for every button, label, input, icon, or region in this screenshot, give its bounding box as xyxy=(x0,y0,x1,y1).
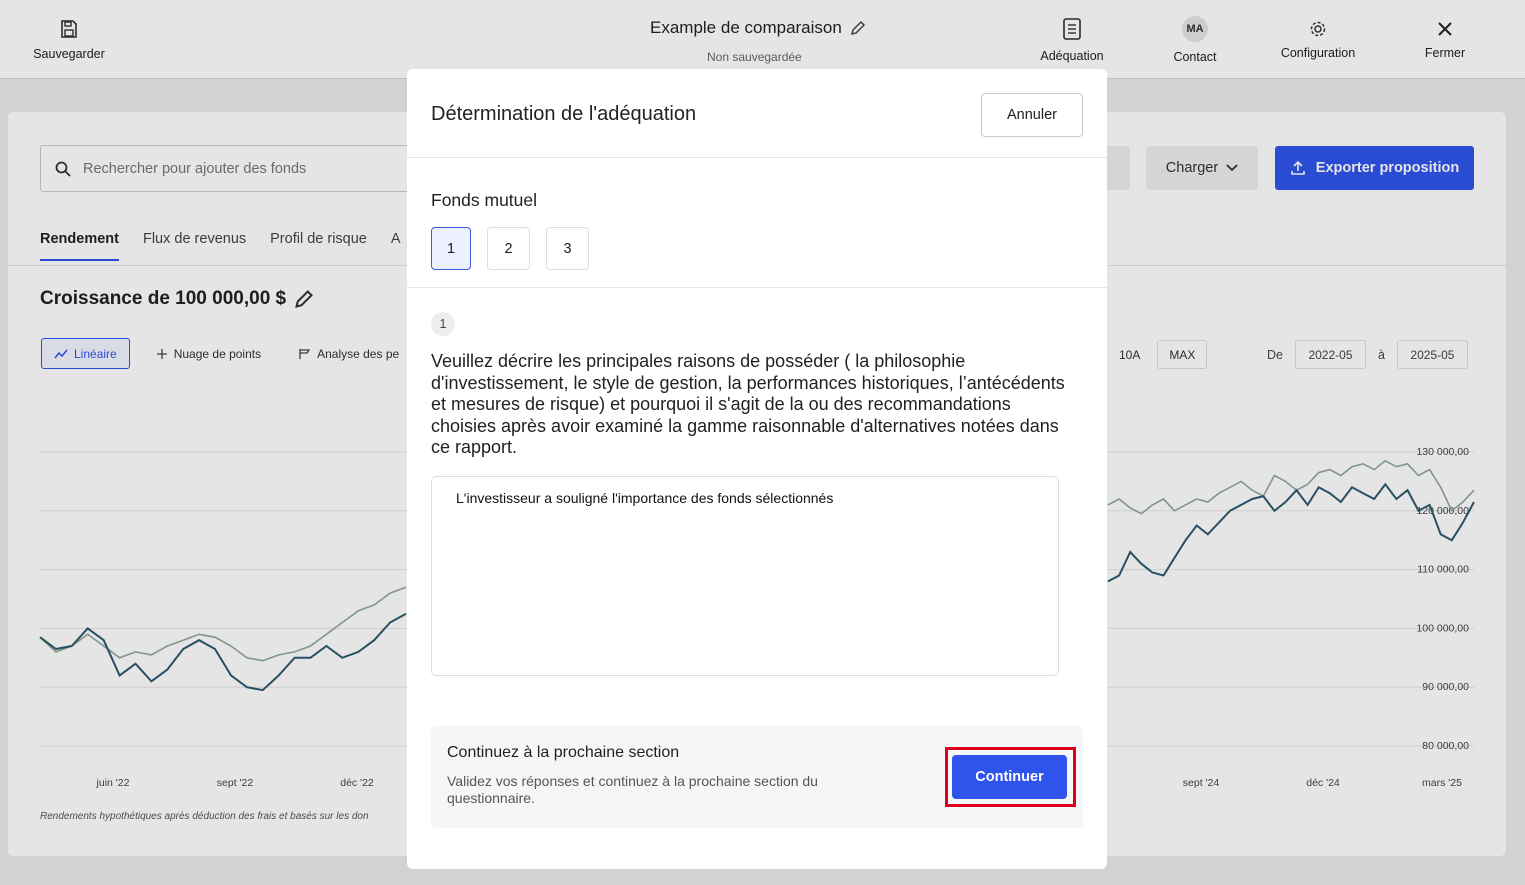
modal-header: Détermination de l'adéquation Annuler xyxy=(407,69,1107,158)
cancel-button[interactable]: Annuler xyxy=(981,93,1083,137)
next-section-title: Continuez à la prochaine section xyxy=(447,744,680,761)
section-title: Fonds mutuel xyxy=(431,190,538,210)
step-3[interactable]: 3 xyxy=(546,227,589,270)
modal-title: Détermination de l'adéquation xyxy=(431,103,697,125)
step-2[interactable]: 2 xyxy=(487,227,530,270)
adequation-modal: Détermination de l'adéquation Annuler Fo… xyxy=(407,69,1107,869)
step-selector: 1 2 3 xyxy=(431,227,589,270)
continue-button[interactable]: Continuer xyxy=(952,755,1067,799)
next-section-panel: Continuez à la prochaine section Validez… xyxy=(431,726,1083,828)
fund-section: Fonds mutuel 1 2 3 xyxy=(407,158,1107,288)
answer-textarea[interactable]: L'investisseur a souligné l'importance d… xyxy=(431,476,1059,676)
step-1[interactable]: 1 xyxy=(431,227,471,270)
question-number: 1 xyxy=(431,312,455,336)
question-text: Veuillez décrire les principales raisons… xyxy=(431,351,1065,457)
next-section-description: Validez vos réponses et continuez à la p… xyxy=(447,773,818,806)
